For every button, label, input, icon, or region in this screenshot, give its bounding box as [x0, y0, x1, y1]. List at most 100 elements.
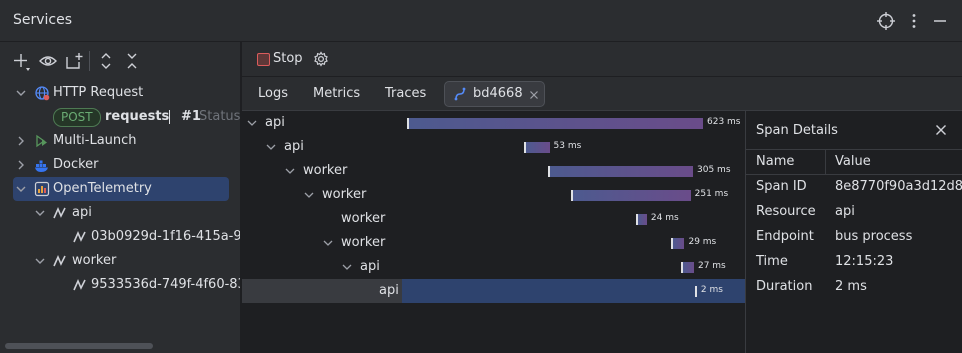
span-duration-bar[interactable]: [681, 262, 694, 273]
span-duration-label: 24 ms: [650, 213, 679, 223]
opentelemetry-icon: [34, 181, 50, 197]
tab-bar: Logs Metrics Traces bd4668: [242, 77, 962, 111]
trace-icon: [72, 229, 88, 245]
detail-key: Duration: [756, 279, 813, 294]
tool-window-title: Services: [13, 12, 73, 28]
close-icon[interactable]: [529, 89, 539, 99]
details-row: Resource api: [746, 200, 962, 225]
span-duration-bar[interactable]: [548, 166, 694, 177]
collapse-all-icon[interactable]: [121, 50, 143, 72]
span-name: api: [379, 283, 399, 298]
detail-key: Endpoint: [756, 229, 814, 244]
span-duration-bar[interactable]: [635, 214, 647, 225]
chevron-down-icon[interactable]: [33, 206, 47, 220]
divider: [169, 110, 170, 124]
column-header-name[interactable]: Name: [756, 154, 794, 169]
tree-item-api[interactable]: api: [0, 201, 240, 225]
details-row: Duration 2 ms: [746, 275, 962, 300]
details-table-header: Name Value: [746, 149, 962, 175]
tree-item-worker[interactable]: worker: [0, 249, 240, 273]
span-duration-label: 27 ms: [697, 261, 726, 271]
span-name: api: [360, 259, 380, 274]
tree-item-label: HTTP Request: [53, 85, 144, 100]
trace-icon: [52, 205, 68, 221]
minimize-icon[interactable]: [930, 11, 950, 31]
chevron-down-icon[interactable]: [322, 237, 334, 249]
span-duration-label: 53 ms: [553, 141, 582, 151]
span-duration-bar[interactable]: [571, 190, 691, 201]
tree-item-label: worker: [72, 253, 117, 268]
span-duration-bar[interactable]: [524, 142, 550, 153]
tab-metrics[interactable]: Metrics: [313, 86, 360, 101]
chevron-right-icon[interactable]: [14, 158, 28, 172]
trace-timeline: api 623 ms api 53 ms worker 305 ms worker 251 m…: [242, 111, 745, 353]
close-icon[interactable]: [935, 124, 947, 136]
detail-value: 8e8770f90a3d12d8: [835, 179, 962, 194]
span-row[interactable]: worker 251 ms: [242, 183, 745, 207]
column-header-value[interactable]: Value: [835, 154, 871, 169]
services-tree-panel: HTTP Request POST requests #1 Status Mul…: [0, 42, 241, 353]
chevron-down-icon[interactable]: [33, 254, 47, 268]
span-duration-label: 2 ms: [700, 285, 723, 295]
add-icon[interactable]: [10, 50, 32, 72]
chevron-down-icon[interactable]: [303, 189, 315, 201]
span-row[interactable]: worker 305 ms: [242, 159, 745, 183]
tree-item-label: Multi-Launch: [53, 133, 137, 148]
http-method-badge: POST: [53, 108, 101, 127]
span-duration-bar[interactable]: [670, 238, 685, 249]
tab-bd4668[interactable]: bd4668: [444, 81, 545, 107]
detail-value: 12:15:23: [835, 254, 894, 269]
span-row[interactable]: worker 29 ms: [242, 231, 745, 255]
span-name: worker: [341, 211, 386, 226]
span-details-title: Span Details: [756, 123, 838, 138]
toolbar-divider: [89, 51, 90, 71]
detail-value: api: [835, 204, 855, 219]
span-row[interactable]: api 623 ms: [242, 111, 745, 135]
eye-icon[interactable]: [37, 50, 59, 72]
tree-item-api-trace[interactable]: 03b0929d-1f16-415a-97: [0, 225, 241, 249]
tree-item-worker-trace[interactable]: 9533536d-749f-4f60-83: [0, 273, 241, 297]
chevron-down-icon[interactable]: [284, 165, 296, 177]
tree-item-http-request[interactable]: HTTP Request: [0, 81, 240, 105]
more-vertical-icon[interactable]: [904, 11, 924, 31]
span-duration-bar[interactable]: [407, 118, 703, 129]
span-row[interactable]: worker 24 ms: [242, 207, 745, 231]
span-row[interactable]: api 53 ms: [242, 135, 745, 159]
service-details-panel: Stop Logs Metrics Traces bd4668 api 623 m…: [242, 42, 962, 353]
span-name: api: [284, 139, 304, 154]
tree-item-requests[interactable]: POST requests #1 Status: [0, 105, 240, 129]
chevron-down-icon[interactable]: [246, 117, 258, 129]
horizontal-scrollbar[interactable]: [5, 343, 153, 349]
trace-icon: [52, 253, 68, 269]
expand-all-icon[interactable]: [95, 50, 117, 72]
detail-value: bus process: [835, 229, 913, 244]
chevron-down-icon[interactable]: [341, 261, 353, 273]
stop-icon[interactable]: [257, 53, 270, 66]
details-row: Endpoint bus process: [746, 225, 962, 250]
chevron-down-icon[interactable]: [265, 141, 277, 153]
tab-traces[interactable]: Traces: [385, 86, 426, 101]
crosshair-icon[interactable]: [876, 11, 896, 31]
trace-id-label: 03b0929d-1f16-415a-97: [91, 229, 241, 244]
chevron-right-icon[interactable]: [14, 134, 28, 148]
gear-icon[interactable]: [313, 51, 329, 67]
span-duration-label: 305 ms: [697, 165, 731, 175]
new-tab-icon[interactable]: [63, 50, 85, 72]
tree-item-docker[interactable]: Docker: [0, 153, 240, 177]
span-name: worker: [322, 187, 367, 202]
column-divider: [825, 150, 826, 174]
tree-item-opentelemetry[interactable]: OpenTelemetry: [0, 177, 240, 201]
stop-button[interactable]: Stop: [273, 51, 303, 66]
tree-item-label: api: [72, 205, 92, 220]
tree-item-multi-launch[interactable]: Multi-Launch: [0, 129, 240, 153]
selected-row-name-cell: [242, 279, 402, 303]
span-duration-bar[interactable]: [694, 286, 697, 297]
trace-id-label: 9533536d-749f-4f60-83: [91, 277, 241, 292]
tool-window-header: Services: [0, 0, 962, 42]
detail-key: Resource: [756, 204, 816, 219]
tab-logs[interactable]: Logs: [258, 86, 288, 101]
chevron-down-icon[interactable]: [14, 86, 28, 100]
chevron-down-icon[interactable]: [14, 182, 28, 196]
span-row[interactable]: api 27 ms: [242, 255, 745, 279]
span-row[interactable]: api 2 ms: [242, 279, 745, 303]
